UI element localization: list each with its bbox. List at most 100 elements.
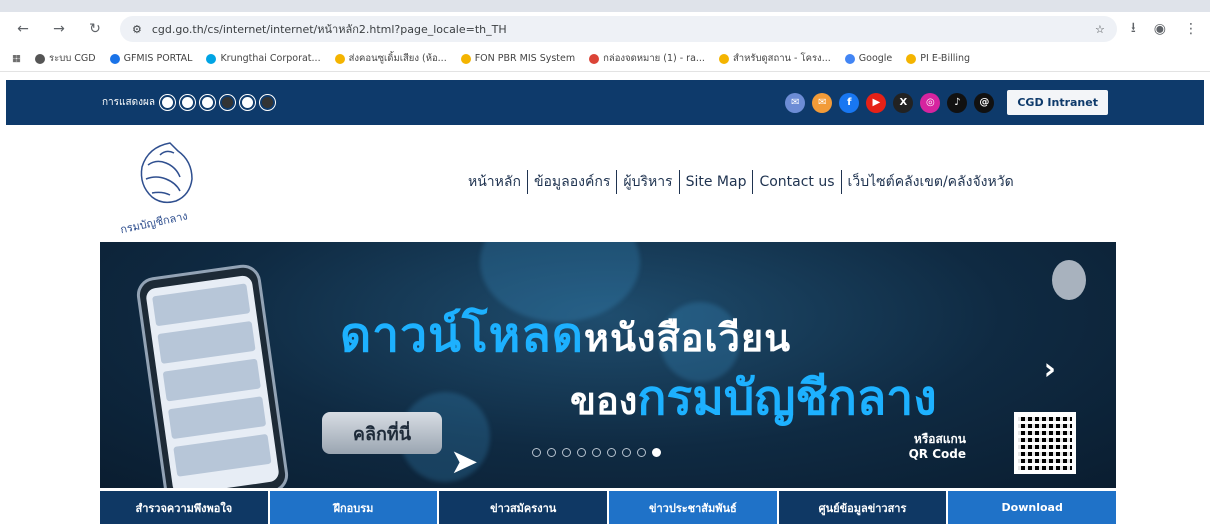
- quick-link-tab[interactable]: ข่าวประชาสัมพันธ์: [609, 491, 777, 524]
- quick-link-tab[interactable]: ฝึกอบรม: [269, 491, 438, 524]
- bookmark-item[interactable]: สำหรับดูสถาน - โครง...: [718, 51, 831, 66]
- next-slide-icon[interactable]: ›: [1044, 352, 1056, 387]
- phone-illustration: [134, 262, 291, 488]
- quick-links: สำรวจความพึงพอใจ ฝึกอบรม ข่าวสมัครงาน ข่าวป…: [100, 491, 1117, 524]
- bookmark-label: Google: [858, 53, 893, 64]
- nav-item[interactable]: ข้อมูลองค์กร: [534, 171, 610, 193]
- email-icon[interactable]: ✉: [785, 92, 806, 113]
- nav-item[interactable]: Site Map: [686, 174, 747, 190]
- instagram-icon[interactable]: ◎: [920, 92, 941, 113]
- facebook-icon[interactable]: f: [839, 92, 860, 113]
- bookmark-item[interactable]: กล่องจดหมาย (1) - ra...: [589, 51, 705, 66]
- nav-separator: [840, 170, 842, 194]
- nav-separator: [752, 170, 754, 194]
- site-topbar: การแสดงผล ✉ ✉ f ▶ X ◎ ♪ @ CGD Intranet: [6, 80, 1204, 125]
- bookmark-favicon-icon: [206, 53, 217, 64]
- quick-link-tab[interactable]: ข่าวสมัครงาน: [439, 491, 608, 524]
- display-yellow-icon[interactable]: [259, 95, 275, 110]
- slide-dot[interactable]: [622, 448, 631, 457]
- site-info-icon[interactable]: ⚙: [132, 23, 142, 36]
- tiktok-icon[interactable]: ♪: [947, 92, 968, 113]
- slide-indicators: [532, 448, 661, 457]
- slide-dot[interactable]: [607, 448, 616, 457]
- bookmark-item[interactable]: ส่งคอนซูเดิ้มเสียง (ห้อ...: [334, 51, 447, 66]
- threads-icon[interactable]: @: [974, 92, 995, 113]
- social-links: ✉ ✉ f ▶ X ◎ ♪ @ CGD Intranet: [785, 90, 1108, 115]
- bookmark-label: ระบบ CGD: [48, 53, 96, 64]
- display-dark-icon[interactable]: [219, 95, 235, 110]
- display-contrast2-icon[interactable]: [199, 95, 215, 110]
- banner-seal-icon: [1052, 260, 1086, 300]
- bookmark-item[interactable]: Google: [844, 53, 893, 64]
- nav-item[interactable]: ผู้บริหาร: [623, 171, 672, 193]
- slide-dot[interactable]: [577, 448, 586, 457]
- bookmark-item[interactable]: Krungthai Corporat...: [206, 53, 321, 64]
- bookmark-favicon-icon: [109, 53, 120, 64]
- qr-caption: หรือสแกน QR Code: [909, 432, 966, 462]
- quick-link-tab[interactable]: สำรวจความพึงพอใจ: [100, 491, 268, 524]
- slide-dot[interactable]: [547, 448, 556, 457]
- x-icon[interactable]: X: [893, 92, 914, 113]
- click-here-button[interactable]: คลิกที่นี่: [322, 412, 442, 454]
- bookmark-item[interactable]: ระบบ CGD: [34, 51, 96, 66]
- banner-headline-2: ของกรมบัญชีกลาง: [570, 370, 937, 426]
- youtube-icon[interactable]: ▶: [866, 92, 887, 113]
- quick-link-tab[interactable]: ศูนย์ข้อมูลข่าวสาร: [778, 491, 947, 524]
- display-mode: การแสดงผล: [102, 95, 275, 110]
- qr-caption-line-1: หรือสแกน: [913, 432, 966, 446]
- bookmark-label: ส่งคอนซูเดิ้มเสียง (ห้อ...: [348, 53, 447, 64]
- slide-dot[interactable]: [532, 448, 541, 457]
- bookmarks-bar: ▦ ระบบ CGD GFMIS PORTAL Krungthai Corporat…: [0, 46, 1210, 72]
- download-icon[interactable]: ⭳: [1131, 17, 1136, 41]
- bookmark-item[interactable]: GFMIS PORTAL: [109, 53, 193, 64]
- apps-icon[interactable]: ▦: [12, 53, 21, 64]
- address-bar[interactable]: ⚙ cgd.go.th/cs/internet/internet/หน้าหลั…: [120, 16, 1117, 42]
- display-normal-icon[interactable]: [159, 95, 175, 110]
- qr-code: [1014, 412, 1076, 474]
- bookmark-favicon-icon: [844, 53, 855, 64]
- url-text: cgd.go.th/cs/internet/internet/หน้าหลัก2…: [151, 23, 507, 36]
- bookmark-item[interactable]: FON PBR MIS System: [460, 53, 576, 64]
- bookmark-label: สำหรับดูสถาน - โครง...: [732, 53, 831, 64]
- qr-caption-line-2: QR Code: [908, 447, 966, 461]
- nav-item[interactable]: Contact us: [759, 174, 834, 190]
- quick-link-tab[interactable]: Download: [948, 491, 1117, 524]
- bookmark-favicon-icon: [334, 53, 345, 64]
- nav-separator: [526, 170, 528, 194]
- bookmark-label: กล่องจดหมาย (1) - ra...: [603, 53, 705, 64]
- main-nav: หน้าหลัก ข้อมูลองค์กร ผู้บริหาร Site Map Con…: [468, 170, 1014, 194]
- slide-dot[interactable]: [652, 448, 661, 457]
- bookmark-favicon-icon: [34, 53, 45, 64]
- bookmark-item[interactable]: PI E-Billing: [906, 53, 970, 64]
- nav-item[interactable]: หน้าหลัก: [468, 171, 521, 193]
- menu-icon[interactable]: ⋮: [1184, 21, 1198, 37]
- bookmark-favicon-icon: [718, 53, 729, 64]
- display-bw-icon[interactable]: [239, 95, 255, 110]
- bookmark-label: PI E-Billing: [920, 53, 971, 64]
- nav-item[interactable]: เว็บไซต์คลังเขต/คลังจังหวัด: [848, 171, 1014, 193]
- back-icon[interactable]: ←: [12, 18, 34, 40]
- reload-icon[interactable]: ↻: [84, 18, 106, 40]
- rss-icon[interactable]: ✉: [812, 92, 833, 113]
- logo-text: กรมบัญชีกลาง: [119, 209, 189, 235]
- hero-banner[interactable]: ดาวน์โหลดหนังสือเวียน ของกรมบัญชีกลาง › …: [100, 242, 1116, 488]
- slide-dot[interactable]: [592, 448, 601, 457]
- slide-dot[interactable]: [637, 448, 646, 457]
- bookmark-label: FON PBR MIS System: [474, 53, 576, 64]
- nav-separator: [616, 170, 618, 194]
- forward-icon[interactable]: →: [48, 18, 70, 40]
- bookmark-label: GFMIS PORTAL: [123, 53, 193, 64]
- display-contrast-icon[interactable]: [179, 95, 195, 110]
- display-mode-label: การแสดงผล: [102, 97, 155, 108]
- bookmark-favicon-icon: [906, 53, 917, 64]
- cgd-logo[interactable]: กรมบัญชีกลาง: [110, 135, 230, 235]
- nav-separator: [678, 170, 680, 194]
- browser-toolbar: ← → ↻ ⚙ cgd.go.th/cs/internet/internet/ห…: [0, 12, 1210, 46]
- bookmark-favicon-icon: [460, 53, 471, 64]
- star-icon[interactable]: ☆: [1095, 23, 1105, 36]
- profile-icon[interactable]: ◉: [1154, 21, 1166, 37]
- intranet-button[interactable]: CGD Intranet: [1007, 90, 1108, 115]
- slide-dot[interactable]: [562, 448, 571, 457]
- bookmark-label: Krungthai Corporat...: [220, 53, 321, 64]
- cursor-icon: ➤: [450, 442, 479, 482]
